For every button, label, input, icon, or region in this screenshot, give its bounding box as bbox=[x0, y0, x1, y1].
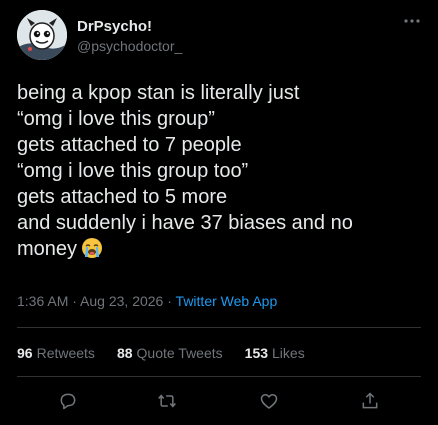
retweets-count: 96 bbox=[17, 345, 33, 361]
meta-separator: · bbox=[163, 293, 176, 309]
retweet-icon bbox=[158, 394, 176, 408]
share-icon bbox=[362, 392, 378, 409]
avatar[interactable] bbox=[17, 10, 67, 60]
action-bar bbox=[0, 386, 438, 416]
tweet-line: and suddenly i have 37 biases and no bbox=[17, 212, 353, 234]
retweet-button[interactable] bbox=[154, 388, 180, 414]
likes-stat[interactable]: 153 Likes bbox=[245, 345, 305, 361]
quote-tweets-count: 88 bbox=[116, 345, 133, 361]
tweet-line: “omg i love this group” bbox=[17, 108, 215, 130]
avatar-illustration bbox=[17, 10, 67, 60]
divider bbox=[17, 327, 421, 328]
tweet-text: being a kpop stan is literally just “omg… bbox=[17, 80, 422, 262]
quote-tweets-label: Quote Tweets bbox=[136, 345, 223, 361]
tweet-line: “omg i love this group too” bbox=[17, 160, 249, 182]
likes-count: 153 bbox=[244, 345, 269, 361]
retweets-label: Retweets bbox=[36, 345, 95, 361]
tweet-line-text: money bbox=[17, 238, 78, 260]
tweet-date[interactable]: Aug 23, 2026 bbox=[80, 293, 163, 309]
tweet-stats: 96 Retweets 88 Quote Tweets 153 Likes bbox=[17, 345, 327, 361]
tweet-meta: 1:36 AM · Aug 23, 2026 · Twitter Web App bbox=[17, 293, 277, 309]
quote-tweets-stat[interactable]: 88 Quote Tweets bbox=[117, 345, 223, 361]
tweet-time[interactable]: 1:36 AM bbox=[17, 293, 68, 309]
more-horizontal-icon bbox=[404, 19, 420, 23]
display-name[interactable]: DrPsycho! bbox=[77, 18, 152, 35]
reply-button[interactable] bbox=[55, 388, 81, 414]
heart-icon bbox=[260, 394, 278, 409]
tweet-line: gets attached to 5 more bbox=[17, 186, 228, 208]
more-options-button[interactable] bbox=[399, 8, 425, 34]
meta-separator: · bbox=[68, 293, 81, 309]
tweet-line: being a kpop stan is literally just bbox=[17, 82, 300, 104]
tweet-source-link[interactable]: Twitter Web App bbox=[176, 293, 278, 309]
user-handle[interactable]: @psychodoctor_ bbox=[77, 38, 182, 54]
likes-label: Likes bbox=[272, 345, 305, 361]
share-button[interactable] bbox=[357, 388, 383, 414]
tweet-line: gets attached to 7 people bbox=[17, 134, 242, 156]
tweet-card: DrPsycho! @psychodoctor_ being a kpop st… bbox=[0, 0, 438, 425]
like-button[interactable] bbox=[256, 388, 282, 414]
loudly-crying-face-icon bbox=[82, 238, 103, 258]
retweets-stat[interactable]: 96 Retweets bbox=[17, 345, 95, 361]
reply-icon bbox=[60, 393, 76, 410]
divider bbox=[17, 376, 421, 377]
tweet-line-last: money bbox=[17, 236, 422, 262]
